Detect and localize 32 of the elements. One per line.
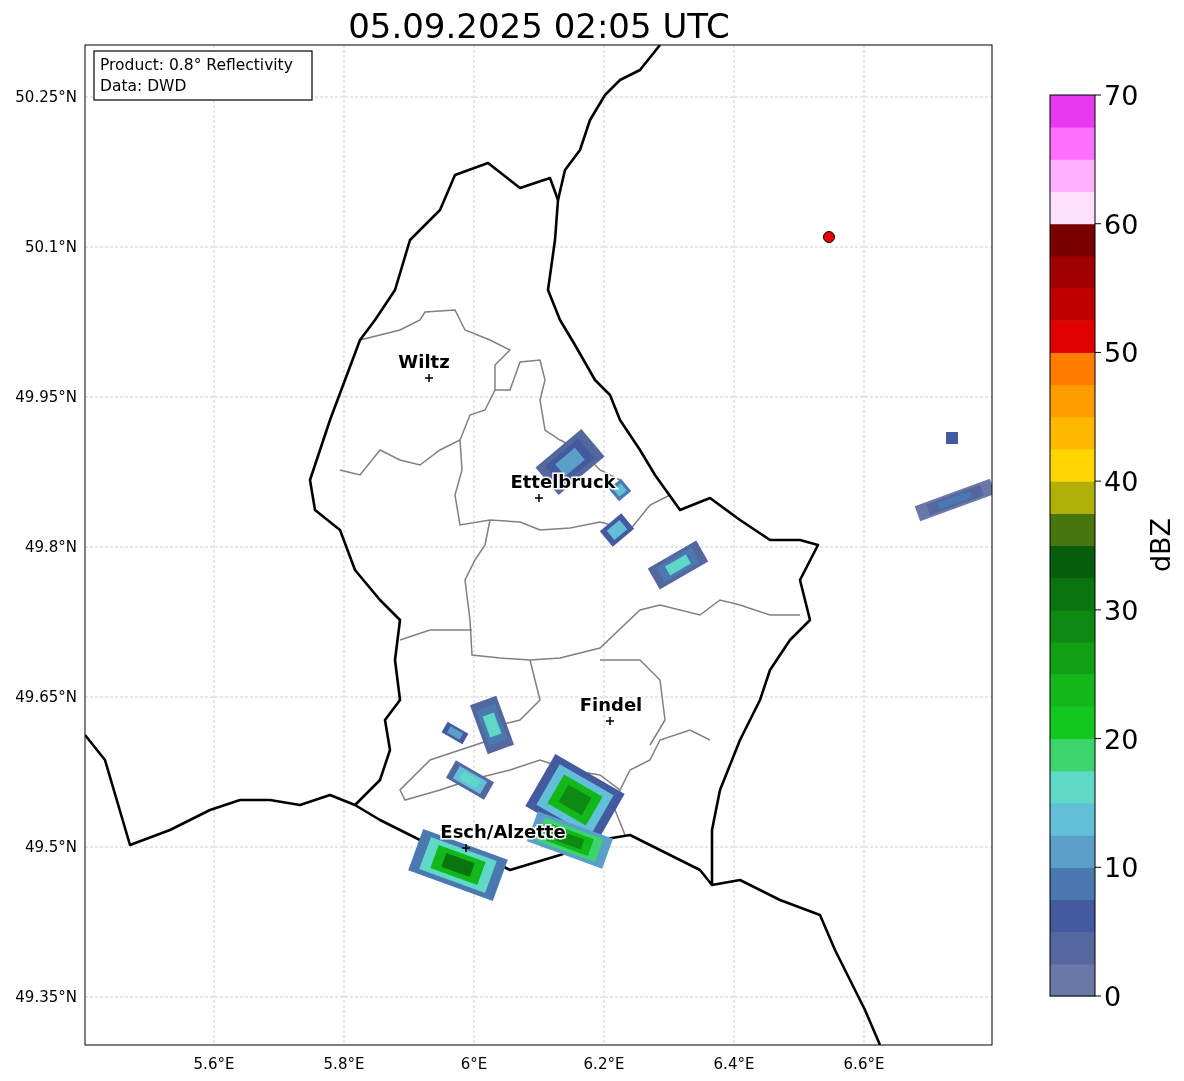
longitude-label: 6°E	[460, 1055, 488, 1073]
colorbar-tick-label: 20	[1104, 723, 1139, 755]
latitude-label: 49.8°N	[24, 538, 77, 556]
chart-title: 05.09.2025 02:05 UTC	[348, 6, 730, 46]
data-source-label: Data: DWD	[100, 77, 187, 95]
city-marker-icon	[605, 716, 615, 726]
latitude-label: 50.1°N	[24, 238, 77, 256]
latitude-label: 49.65°N	[15, 688, 77, 706]
city-marker-icon	[424, 373, 434, 383]
colorbar-label: dBZ	[1145, 517, 1176, 573]
latitude-label: 49.5°N	[24, 838, 77, 856]
city-marker-icon	[534, 493, 544, 503]
longitude-label: 5.6°E	[193, 1055, 235, 1073]
longitude-label: 6.4°E	[713, 1055, 755, 1073]
colorbar-tick-label: 30	[1104, 594, 1139, 626]
colorbar-tick-label: 0	[1104, 981, 1122, 1012]
colorbar-tick-label: 10	[1104, 852, 1139, 884]
colorbar-tick-label: 70	[1104, 80, 1139, 111]
longitude-label: 6.6°E	[843, 1055, 885, 1073]
city-marker-icon	[461, 843, 471, 853]
city-label: Wiltz	[398, 351, 450, 372]
product-label: Product: 0.8° Reflectivity	[100, 56, 293, 74]
latitude-label: 50.25°N	[15, 88, 77, 106]
latitude-label: 49.35°N	[15, 988, 77, 1006]
longitude-label: 6.2°E	[583, 1055, 625, 1073]
radar-site-marker	[823, 231, 835, 243]
longitude-label: 5.8°E	[323, 1055, 365, 1073]
city-label: Findel	[579, 694, 643, 715]
colorbar-tick-label: 50	[1104, 337, 1139, 369]
colorbar-tick-label: 60	[1104, 208, 1139, 240]
colorbar-tick-label: 40	[1104, 466, 1139, 498]
latitude-label: 49.95°N	[15, 388, 77, 406]
